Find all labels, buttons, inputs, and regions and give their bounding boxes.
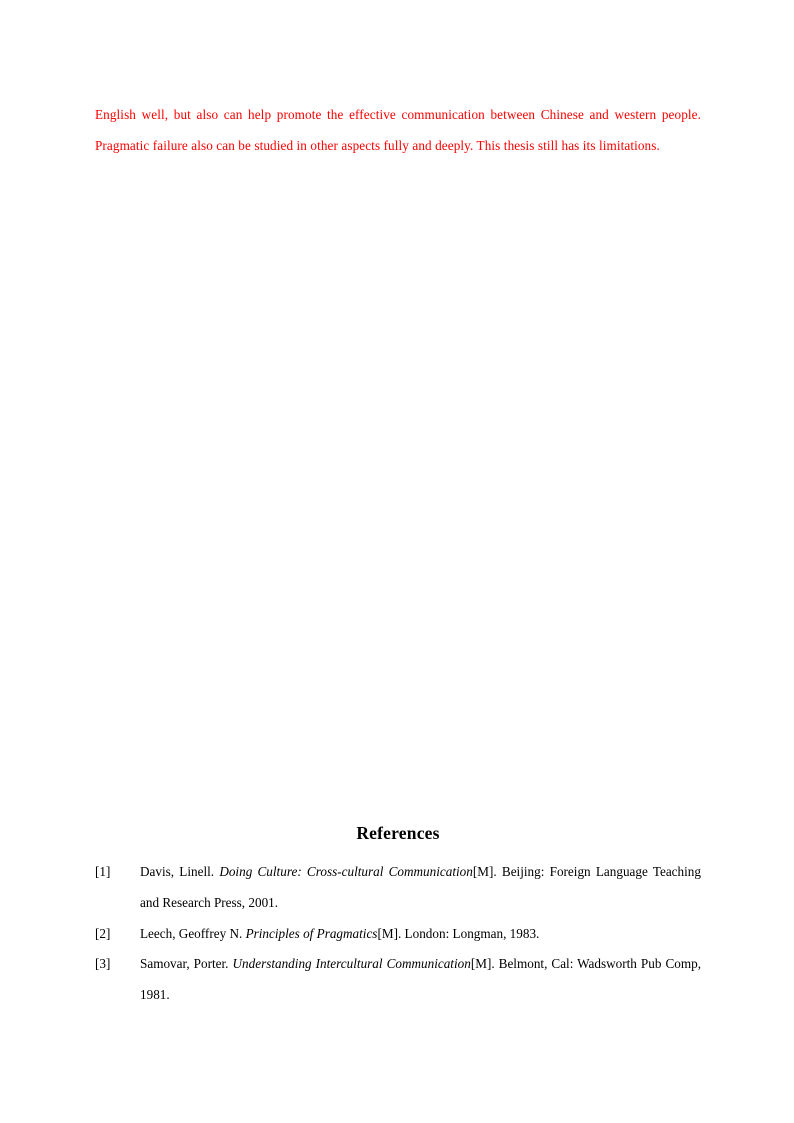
body-text-block: English well, but also can help promote … (95, 100, 701, 162)
reference-title: Understanding Intercultural Communicatio… (232, 956, 471, 972)
reference-title: Doing Culture: Cross-cultural Communicat… (219, 864, 473, 879)
references-heading: References (356, 823, 440, 843)
reference-entry: [2] Leech, Geoffrey N. Principles of Prag… (95, 919, 701, 950)
reference-entry: [1] Davis, Linell. Doing Culture: Cross-c… (95, 857, 701, 919)
reference-authors: Davis, Linell. (140, 864, 220, 879)
references-list: [1] Davis, Linell. Doing Culture: Cross-c… (95, 857, 701, 1011)
reference-marker: [1] (95, 864, 111, 879)
reference-entry: [3] Samovar, Porter. Understanding Interc… (95, 949, 701, 1011)
reference-publication: [M]. London: Longman, 1983. (377, 925, 540, 941)
reference-marker: [2] (95, 925, 111, 941)
reference-marker: [3] (95, 956, 111, 972)
reference-title: Principles of Pragmatics (245, 925, 378, 941)
reference-authors: Leech, Geoffrey N. (140, 925, 246, 941)
conclusion-paragraph: English well, but also can help promote … (95, 107, 701, 153)
document-page: English well, but also can help promote … (0, 0, 794, 1123)
reference-authors: Samovar, Porter. (140, 956, 233, 972)
